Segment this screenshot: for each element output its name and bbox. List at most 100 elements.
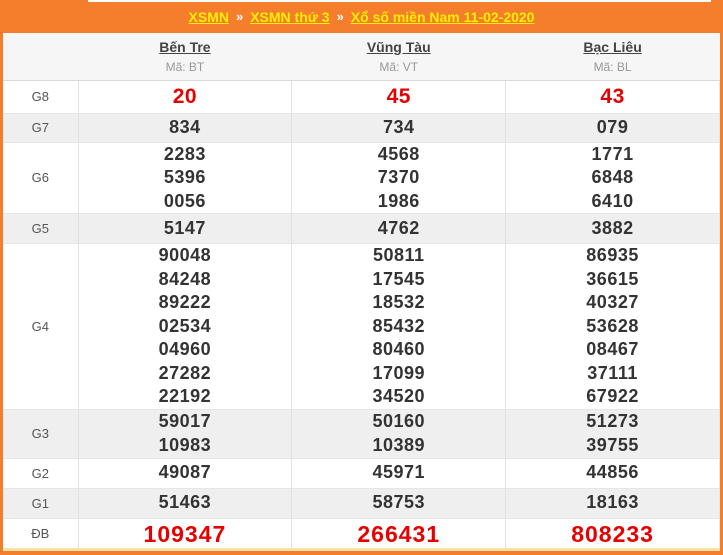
- province-link-ben-tre[interactable]: Bến Tre: [159, 39, 210, 55]
- prize-value: 4568: [377, 143, 420, 164]
- prize-column-header: [3, 33, 78, 81]
- prize-value: 3882: [591, 217, 634, 238]
- province-header-bac-lieu: Bạc Liêu Mã: BL: [505, 33, 720, 81]
- prize-value: 45971: [372, 462, 426, 483]
- bottom-accent-strip: [3, 548, 720, 551]
- breadcrumb-link-xsmn-thu-3[interactable]: XSMN thứ 3: [250, 9, 329, 25]
- results-table: Bến Tre Mã: BT Vũng Tàu Mã: VT Bạc Liêu …: [3, 33, 720, 548]
- prize-value: 34520: [372, 386, 426, 406]
- prize-cell: 18163: [505, 487, 720, 518]
- prize-value: 0056: [163, 190, 206, 211]
- prize-value: 58753: [372, 492, 426, 513]
- prize-value: 20: [172, 84, 198, 108]
- prize-value: 1986: [377, 190, 420, 211]
- prize-value: 5147: [163, 217, 206, 238]
- prize-row-g2: G2 49087 45971 44856: [3, 457, 720, 488]
- breadcrumb-link-date[interactable]: Xổ số miền Nam 11-02-2020: [351, 9, 535, 25]
- prize-value: 2283: [163, 143, 206, 164]
- prize-value: 079: [596, 116, 629, 137]
- prize-cell: 50160 10389: [291, 408, 506, 458]
- prize-cell: 51273 39755: [505, 408, 720, 458]
- prize-cell: 45: [291, 79, 506, 113]
- prize-cell: 5147: [77, 213, 292, 244]
- prize-value: 50811: [372, 245, 425, 265]
- prize-value: 37111: [587, 362, 638, 383]
- prize-cell: 49087: [77, 457, 292, 488]
- prize-cell: 1771 6848 6410: [505, 141, 720, 214]
- prize-label: ĐB: [3, 517, 78, 548]
- prize-value: 808233: [571, 520, 654, 547]
- prize-cell: 808233: [505, 517, 720, 548]
- breadcrumb-separator: »: [235, 9, 244, 24]
- prize-row-g3: G3 59017 10983 50160 10389 51273 39755: [3, 408, 720, 458]
- prize-cell: 3882: [505, 213, 720, 244]
- prize-cell: 266431: [291, 517, 506, 548]
- prize-cell: 90048 84248 89222 02534 04960 27282 22192: [77, 243, 292, 409]
- prize-value: 22192: [158, 386, 212, 406]
- prize-value: 266431: [357, 520, 441, 547]
- prize-cell: 4762: [291, 213, 506, 244]
- prize-value: 109347: [143, 520, 227, 547]
- prize-cell: 51463: [77, 487, 292, 518]
- prize-value: 43: [600, 84, 625, 108]
- prize-value: 80460: [372, 339, 426, 359]
- prize-value: 17099: [372, 362, 426, 383]
- prize-value: 90048: [158, 245, 212, 265]
- results-panel: Bến Tre Mã: BT Vũng Tàu Mã: VT Bạc Liêu …: [3, 33, 720, 548]
- prize-label: G6: [3, 141, 78, 214]
- lottery-results-widget: XSMN » XSMN thứ 3 » Xổ số miền Nam 11-02…: [0, 0, 723, 555]
- prize-value: 5396: [163, 167, 206, 187]
- prize-value: 50160: [372, 411, 426, 431]
- breadcrumb-link-xsmn[interactable]: XSMN: [189, 9, 229, 25]
- province-link-bac-lieu[interactable]: Bạc Liêu: [583, 39, 641, 55]
- prize-row-g5: G5 5147 4762 3882: [3, 213, 720, 244]
- prize-cell: 4568 7370 1986: [291, 141, 506, 214]
- prize-value: 45: [386, 84, 411, 108]
- province-header-row: Bến Tre Mã: BT Vũng Tàu Mã: VT Bạc Liêu …: [3, 33, 720, 81]
- prize-value: 6848: [591, 167, 634, 187]
- prize-value: 86935: [586, 245, 639, 265]
- breadcrumb: XSMN » XSMN thứ 3 » Xổ số miền Nam 11-02…: [0, 0, 723, 33]
- prize-cell: 43: [505, 79, 720, 113]
- prize-row-g6: G6 2283 5396 0056 4568 7370 1986 1771 6848 6410: [3, 141, 720, 214]
- prize-value: 18163: [586, 492, 639, 513]
- prize-value: 39755: [586, 434, 639, 455]
- prize-cell: 59017 10983: [77, 408, 292, 458]
- prize-value: 67922: [586, 386, 639, 406]
- province-header-ben-tre: Bến Tre Mã: BT: [78, 33, 292, 81]
- prize-cell: 834: [77, 112, 292, 142]
- province-code-vt: Mã: VT: [379, 59, 419, 74]
- prize-value: 27282: [158, 362, 212, 383]
- prize-value: 1771: [591, 143, 634, 164]
- prize-value: 6410: [591, 190, 634, 211]
- prize-label: G5: [3, 213, 78, 244]
- prize-value: 44856: [586, 462, 639, 483]
- prize-value: 10389: [372, 434, 426, 455]
- province-header-vung-tau: Vũng Tàu Mã: VT: [291, 33, 506, 81]
- province-code-bt: Mã: BT: [165, 59, 205, 74]
- prize-cell: 58753: [291, 487, 506, 518]
- prize-value: 834: [169, 116, 201, 137]
- prize-cell: 109347: [77, 517, 292, 548]
- prize-value: 18532: [372, 292, 426, 312]
- prize-value: 51463: [158, 492, 212, 513]
- prize-value: 36615: [586, 268, 639, 289]
- prize-value: 84248: [158, 268, 212, 289]
- prize-label: G7: [3, 112, 78, 142]
- prize-cell: 079: [505, 112, 720, 142]
- prize-cell: 20: [77, 79, 292, 113]
- province-link-vung-tau[interactable]: Vũng Tàu: [367, 39, 431, 55]
- prize-value: 10983: [158, 434, 212, 455]
- prize-row-đb: ĐB 109347 266431 808233: [3, 517, 720, 548]
- prize-cell: 44856: [505, 457, 720, 488]
- prize-row-g1: G1 51463 58753 18163: [3, 487, 720, 518]
- prize-value: 40327: [586, 292, 639, 312]
- prize-cell: 2283 5396 0056: [77, 141, 292, 214]
- prize-value: 85432: [372, 315, 426, 336]
- prize-value: 4762: [377, 217, 420, 238]
- prize-cell: 734: [291, 112, 506, 142]
- prize-row-g4: G4 90048 84248 89222 02534 04960 27282 22192 508…: [3, 243, 720, 409]
- prize-value: 51273: [586, 411, 639, 431]
- prize-value: 7370: [377, 167, 420, 187]
- prize-row-g7: G7 834 734 079: [3, 112, 720, 142]
